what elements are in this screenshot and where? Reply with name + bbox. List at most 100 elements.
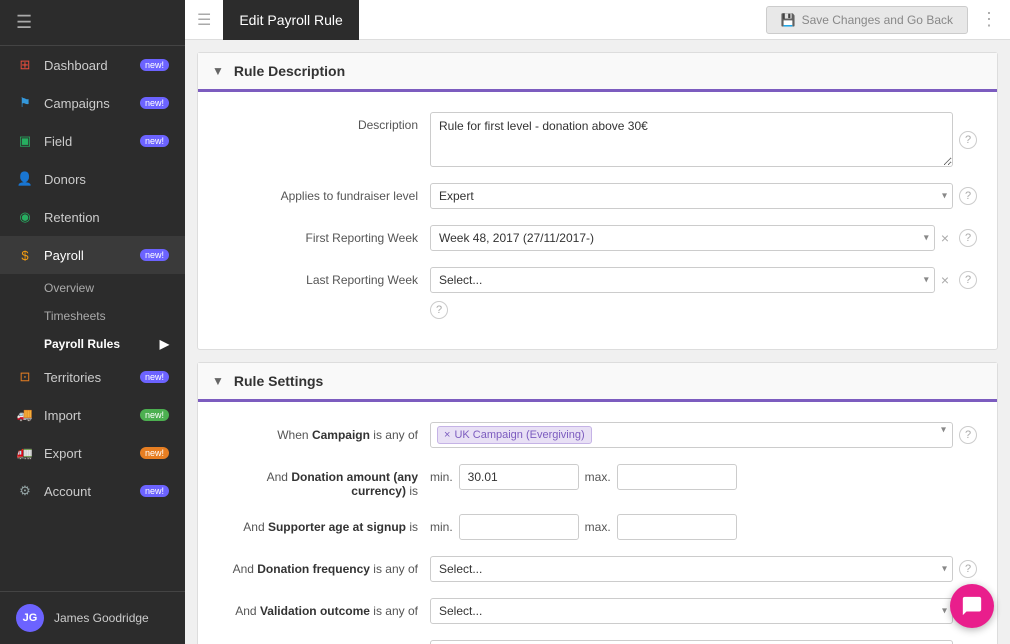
sidebar-item-retention[interactable]: ◉ Retention bbox=[0, 198, 185, 236]
sidebar-item-import[interactable]: 🚚 Import new! bbox=[0, 396, 185, 434]
user-name: James Goodridge bbox=[54, 611, 149, 625]
sidebar-item-label: Donors bbox=[44, 172, 86, 187]
save-icon: 💾 bbox=[781, 13, 796, 27]
avatar: JG bbox=[16, 604, 44, 632]
rule-settings-body: When Campaign is any of × UK Campaign (E… bbox=[198, 402, 997, 644]
donation-max-input[interactable] bbox=[617, 464, 737, 490]
sidebar-item-label: Territories bbox=[44, 370, 101, 385]
rule-settings-collapse-icon[interactable]: ▼ bbox=[212, 374, 224, 388]
description-label: Description bbox=[218, 112, 418, 132]
sidebar-item-campaigns[interactable]: ⚑ Campaigns new! bbox=[0, 84, 185, 122]
campaign-label: When Campaign is any of bbox=[218, 422, 418, 442]
export-badge: new! bbox=[140, 447, 169, 459]
topbar-menu-left-icon[interactable]: ☰ bbox=[197, 10, 211, 30]
validation-status-select[interactable]: Select... bbox=[430, 640, 953, 644]
validation-outcome-select[interactable]: Select... bbox=[430, 598, 953, 624]
donation-freq-help-icon[interactable]: ? bbox=[959, 560, 977, 578]
last-week-help-icon[interactable]: ? bbox=[959, 271, 977, 289]
sidebar-item-timesheets[interactable]: Timesheets bbox=[0, 302, 185, 330]
sidebar-item-donors[interactable]: 👤 Donors bbox=[0, 160, 185, 198]
save-changes-button[interactable]: 💾 Save Changes and Go Back bbox=[766, 6, 968, 34]
last-reporting-week-label: Last Reporting Week bbox=[218, 267, 418, 287]
chat-bubble[interactable] bbox=[950, 584, 994, 628]
field-icon: ▣ bbox=[16, 132, 34, 150]
import-badge: new! bbox=[140, 409, 169, 421]
sidebar-item-overview[interactable]: Overview bbox=[0, 274, 185, 302]
payroll-icon: $ bbox=[16, 246, 34, 264]
sidebar-item-dashboard[interactable]: ⊞ Dashboard new! bbox=[0, 46, 185, 84]
rule-description-header[interactable]: ▼ Rule Description bbox=[198, 53, 997, 92]
first-reporting-week-select[interactable]: Week 48, 2017 (27/11/2017-) bbox=[430, 225, 935, 251]
donation-frequency-row: And Donation frequency is any of Select.… bbox=[198, 548, 997, 590]
dashboard-icon: ⊞ bbox=[16, 56, 34, 74]
export-icon: 🚛 bbox=[16, 444, 34, 462]
page-title: Edit Payroll Rule bbox=[223, 0, 359, 40]
first-week-clear-icon[interactable]: × bbox=[941, 230, 949, 246]
description-input[interactable] bbox=[430, 112, 953, 167]
chat-icon bbox=[961, 595, 983, 617]
field-badge: new! bbox=[140, 135, 169, 147]
donation-min-input[interactable] bbox=[459, 464, 579, 490]
sidebar: ☰ ⊞ Dashboard new! ⚑ Campaigns new! ▣ Fi… bbox=[0, 0, 185, 644]
last-week-clear-icon[interactable]: × bbox=[941, 272, 949, 288]
validation-status-row: And Validation outcome status is any of … bbox=[198, 632, 997, 644]
sidebar-nav: ⊞ Dashboard new! ⚑ Campaigns new! ▣ Fiel… bbox=[0, 46, 185, 591]
sidebar-toggle-icon[interactable]: ☰ bbox=[16, 12, 32, 33]
campaign-row: When Campaign is any of × UK Campaign (E… bbox=[198, 414, 997, 456]
topbar-menu-right-icon[interactable]: ⋮ bbox=[980, 9, 998, 30]
payroll-rules-arrow-icon: ▶ bbox=[160, 337, 169, 351]
account-icon: ⚙ bbox=[16, 482, 34, 500]
supporter-max-input[interactable] bbox=[617, 514, 737, 540]
retention-icon: ◉ bbox=[16, 208, 34, 226]
supporter-age-label: And Supporter age at signup is bbox=[218, 514, 418, 534]
content-area: ▼ Rule Description Description ? Applies… bbox=[185, 40, 1010, 644]
supporter-min-input[interactable] bbox=[459, 514, 579, 540]
rule-settings-header[interactable]: ▼ Rule Settings bbox=[198, 363, 997, 402]
last-reporting-week-select[interactable]: Select... bbox=[430, 267, 935, 293]
sidebar-item-field[interactable]: ▣ Field new! bbox=[0, 122, 185, 160]
sidebar-header: ☰ bbox=[0, 0, 185, 46]
sidebar-item-label: Payroll bbox=[44, 248, 84, 263]
first-reporting-week-label: First Reporting Week bbox=[218, 225, 418, 245]
sidebar-item-label: Campaigns bbox=[44, 96, 110, 111]
sidebar-item-export[interactable]: 🚛 Export new! bbox=[0, 434, 185, 472]
campaigns-badge: new! bbox=[140, 97, 169, 109]
rule-settings-title: Rule Settings bbox=[234, 373, 323, 389]
main-panel: ☰ Edit Payroll Rule 💾 Save Changes and G… bbox=[185, 0, 1010, 644]
sidebar-item-label: Export bbox=[44, 446, 82, 461]
applies-to-select[interactable]: Expert bbox=[430, 183, 953, 209]
last-week-extra-help-icon[interactable]: ? bbox=[430, 301, 448, 319]
sidebar-item-payroll-rules[interactable]: Payroll Rules ▶ bbox=[0, 330, 185, 358]
payroll-badge: new! bbox=[140, 249, 169, 261]
description-help-icon[interactable]: ? bbox=[959, 131, 977, 149]
tag-remove-icon[interactable]: × bbox=[444, 429, 450, 441]
first-week-help-icon[interactable]: ? bbox=[959, 229, 977, 247]
rule-description-section: ▼ Rule Description Description ? Applies… bbox=[197, 52, 998, 350]
sidebar-item-label: Import bbox=[44, 408, 81, 423]
rule-description-body: Description ? Applies to fundraiser leve… bbox=[198, 92, 997, 349]
applies-to-row: Applies to fundraiser level Expert ▾ ? bbox=[198, 175, 997, 217]
donation-max-label: max. bbox=[585, 470, 611, 484]
last-reporting-week-row: Last Reporting Week Select... ▾ × ? bbox=[198, 259, 997, 301]
import-icon: 🚚 bbox=[16, 406, 34, 424]
donation-frequency-label: And Donation frequency is any of bbox=[218, 556, 418, 576]
sidebar-item-territories[interactable]: ⊡ Territories new! bbox=[0, 358, 185, 396]
territories-icon: ⊡ bbox=[16, 368, 34, 386]
campaign-help-icon[interactable]: ? bbox=[959, 426, 977, 444]
sidebar-item-payroll[interactable]: $ Payroll new! bbox=[0, 236, 185, 274]
sidebar-item-label: Dashboard bbox=[44, 58, 108, 73]
sidebar-footer: JG James Goodridge bbox=[0, 591, 185, 644]
collapse-icon[interactable]: ▼ bbox=[212, 64, 224, 78]
campaigns-icon: ⚑ bbox=[16, 94, 34, 112]
validation-status-label: And Validation outcome status is any of bbox=[218, 640, 418, 644]
supporter-min-label: min. bbox=[430, 520, 453, 534]
sidebar-item-account[interactable]: ⚙ Account new! bbox=[0, 472, 185, 510]
donation-amount-row: And Donation amount (any currency) is mi… bbox=[198, 456, 997, 506]
rule-settings-section: ▼ Rule Settings When Campaign is any of bbox=[197, 362, 998, 644]
donation-amount-label: And Donation amount (any currency) is bbox=[218, 464, 418, 498]
campaign-tag: × UK Campaign (Evergiving) bbox=[437, 426, 592, 444]
donation-frequency-select[interactable]: Select... bbox=[430, 556, 953, 582]
validation-outcome-row: And Validation outcome is any of Select.… bbox=[198, 590, 997, 632]
campaign-dropdown-icon[interactable]: ▾ bbox=[941, 424, 946, 435]
applies-to-help-icon[interactable]: ? bbox=[959, 187, 977, 205]
